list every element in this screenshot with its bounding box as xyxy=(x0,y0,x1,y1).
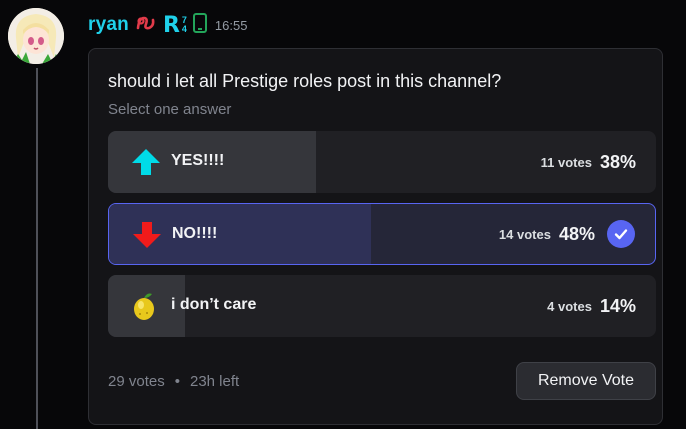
role-tag-letter: R xyxy=(162,12,180,38)
footer-separator: • xyxy=(174,373,180,390)
total-votes: 29 votes xyxy=(108,373,165,390)
vote-count: 14 votes xyxy=(498,226,551,242)
user-avatar[interactable] xyxy=(8,8,64,64)
role-tag-bottom: 4 xyxy=(181,24,187,34)
poll-footer: 29 votes • 23h left xyxy=(108,373,239,390)
answer-results: 14 votes 48% xyxy=(499,204,635,264)
remove-vote-button[interactable]: Remove Vote xyxy=(516,362,656,400)
mobile-phone-icon xyxy=(192,12,207,38)
poll-answer-dont-care[interactable]: i don’t care 4 votes 14% xyxy=(108,275,656,337)
answer-label: i don’t care xyxy=(171,296,257,313)
vote-percent: 14% xyxy=(599,295,636,316)
lemon-icon xyxy=(130,290,162,322)
arrow-down-icon xyxy=(131,219,163,251)
vote-count: 11 votes xyxy=(540,154,592,170)
poll-answer-yes[interactable]: YES!!!! 11 votes 38% xyxy=(108,131,656,193)
answer-results: 11 votes 38% xyxy=(541,131,636,193)
role-tag-numbers: 7 4 xyxy=(182,16,187,34)
time-left: 23h left xyxy=(189,373,240,390)
reply-thread-line xyxy=(36,68,38,429)
message-header: ryan R 7 4 16:55 xyxy=(88,10,247,40)
vote-percent: 48% xyxy=(558,223,595,244)
red-ribbon-icon xyxy=(135,12,157,39)
poll-answer-no[interactable]: NO!!!! 14 votes 48% xyxy=(108,203,656,265)
answer-results: 4 votes 14% xyxy=(547,275,636,337)
arrow-up-icon xyxy=(130,146,162,178)
vote-percent: 38% xyxy=(599,151,636,172)
vote-count: 4 votes xyxy=(547,298,592,314)
answer-label: NO!!!! xyxy=(172,225,218,242)
username[interactable]: ryan xyxy=(88,14,129,36)
timestamp: 16:55 xyxy=(214,17,248,33)
answer-label: YES!!!! xyxy=(171,152,225,169)
avatar-anime-girl xyxy=(8,8,64,64)
poll-instruction: Select one answer xyxy=(108,101,232,118)
checkmark-icon xyxy=(607,220,635,248)
poll-question: should i let all Prestige roles post in … xyxy=(108,71,502,91)
poll-card: should i let all Prestige roles post in … xyxy=(88,48,663,425)
